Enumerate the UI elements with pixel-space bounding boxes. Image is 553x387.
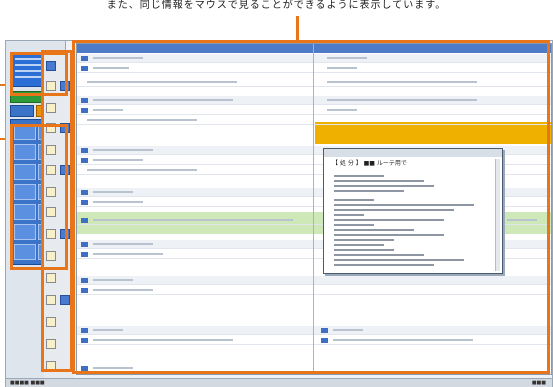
highlight-frame-icon-column xyxy=(41,50,73,372)
tutorial-figure: また、同じ情報をマウスで見ることができるように表示しています。 【 処 分 】 … xyxy=(0,0,553,387)
highlight-frame-main xyxy=(72,40,550,374)
status-bar: ■■■■ ■■■ ■■■ xyxy=(6,378,552,387)
callout-line-top-vertical xyxy=(296,16,299,42)
status-text-left: ■■■■ ■■■ xyxy=(10,380,45,386)
nav-button-blue[interactable] xyxy=(10,105,34,117)
status-text-right: ■■■ xyxy=(531,380,546,386)
figure-caption: また、同じ情報をマウスで見ることができるように表示しています。 xyxy=(106,0,447,11)
